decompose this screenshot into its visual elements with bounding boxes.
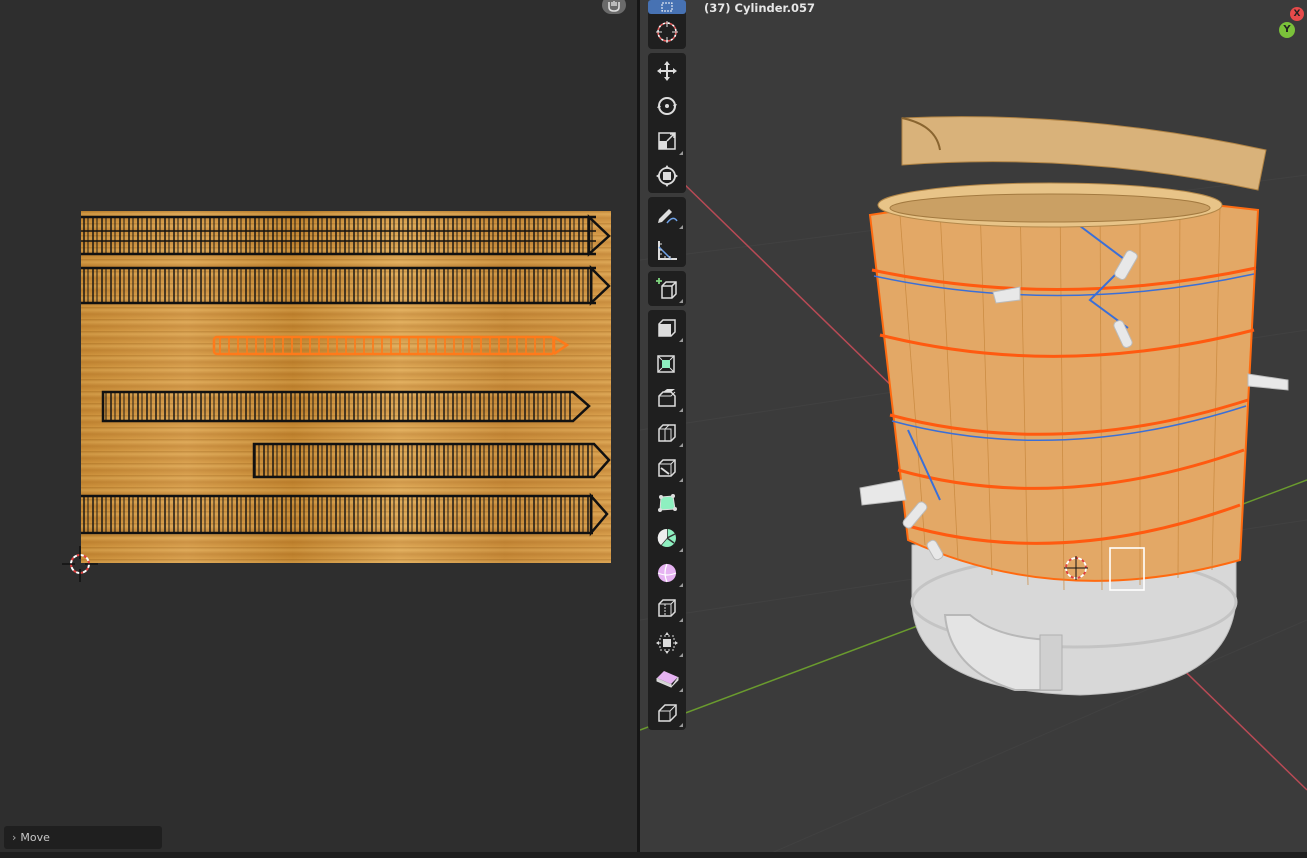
tool-spin[interactable] [648,520,686,555]
transform-icon [656,164,678,187]
measure-icon [658,240,677,260]
uv-island[interactable] [81,264,611,306]
tool-group-add [648,271,686,306]
steamer-lid[interactable] [877,116,1267,228]
tool-annotate[interactable] [648,197,686,232]
uv-island[interactable] [81,492,609,537]
tool-add-cube[interactable] [648,271,686,306]
uv-island-selected[interactable] [212,335,570,356]
add-cube-icon [656,277,677,299]
poly-build-icon [658,493,677,512]
gizmo-y-axis[interactable]: Y [1279,22,1295,38]
tool-inset-faces[interactable] [648,345,686,380]
tool-loop-cut[interactable] [648,415,686,450]
bevel-icon [658,388,676,407]
last-operator-panel[interactable]: › Move [4,826,162,849]
active-object-label: (37) Cylinder.057 [704,1,815,15]
uv-island[interactable] [81,214,611,257]
viewport-scene[interactable] [640,0,1307,858]
tool-group-transform [648,53,686,193]
tool-cursor[interactable] [648,14,686,49]
rip-region-icon [658,703,677,722]
tool-shear[interactable] [648,660,686,695]
tool-rip-region[interactable] [648,695,686,730]
shrink-fatten-icon [656,631,678,654]
extrude-region-icon [658,318,676,337]
tool-group-mesh [648,310,686,730]
rotate-icon [657,96,677,115]
select-box-icon [661,2,673,12]
knife-icon [658,458,676,477]
tool-transform[interactable] [648,158,686,193]
tool-scale[interactable] [648,123,686,158]
tool-bevel[interactable] [648,380,686,415]
tool-group-select [648,0,686,49]
cursor-icon [656,20,678,43]
tool-extrude-region[interactable] [648,310,686,345]
tool-poly-build[interactable] [648,485,686,520]
3d-viewport[interactable] [640,0,1307,858]
tool-smooth[interactable] [648,555,686,590]
operator-panel-label: Move [20,831,50,844]
chevron-right-icon[interactable]: › [12,826,16,849]
annotate-icon [658,208,678,223]
shear-icon [656,670,679,688]
inset-faces-icon [657,354,675,373]
uv-island[interactable] [252,442,611,479]
hand-pan-icon[interactable] [602,0,626,14]
smooth-icon [657,563,677,582]
edge-slide-icon [658,598,676,617]
tool-select-box[interactable] [648,0,686,14]
loop-cut-icon [658,423,676,442]
tool-measure[interactable] [648,232,686,267]
tool-shelf [648,0,686,734]
move-icon [657,60,677,81]
uv-islands[interactable] [81,211,611,563]
spin-icon [657,528,676,547]
tool-shrink-fatten[interactable] [648,625,686,660]
tool-move[interactable] [648,53,686,88]
status-bar [0,852,1307,858]
uv-editor[interactable]: › Move [0,0,637,858]
tool-knife[interactable] [648,450,686,485]
uv-island[interactable] [101,390,591,423]
uv-texture-image[interactable] [81,211,611,563]
steamer-body[interactable] [868,197,1260,591]
scale-icon [658,131,676,150]
tool-edge-slide[interactable] [648,590,686,625]
tool-group-annotate [648,197,686,267]
tool-rotate[interactable] [648,88,686,123]
gizmo-x-axis[interactable]: X [1290,7,1304,21]
2d-cursor-icon[interactable] [62,546,98,582]
